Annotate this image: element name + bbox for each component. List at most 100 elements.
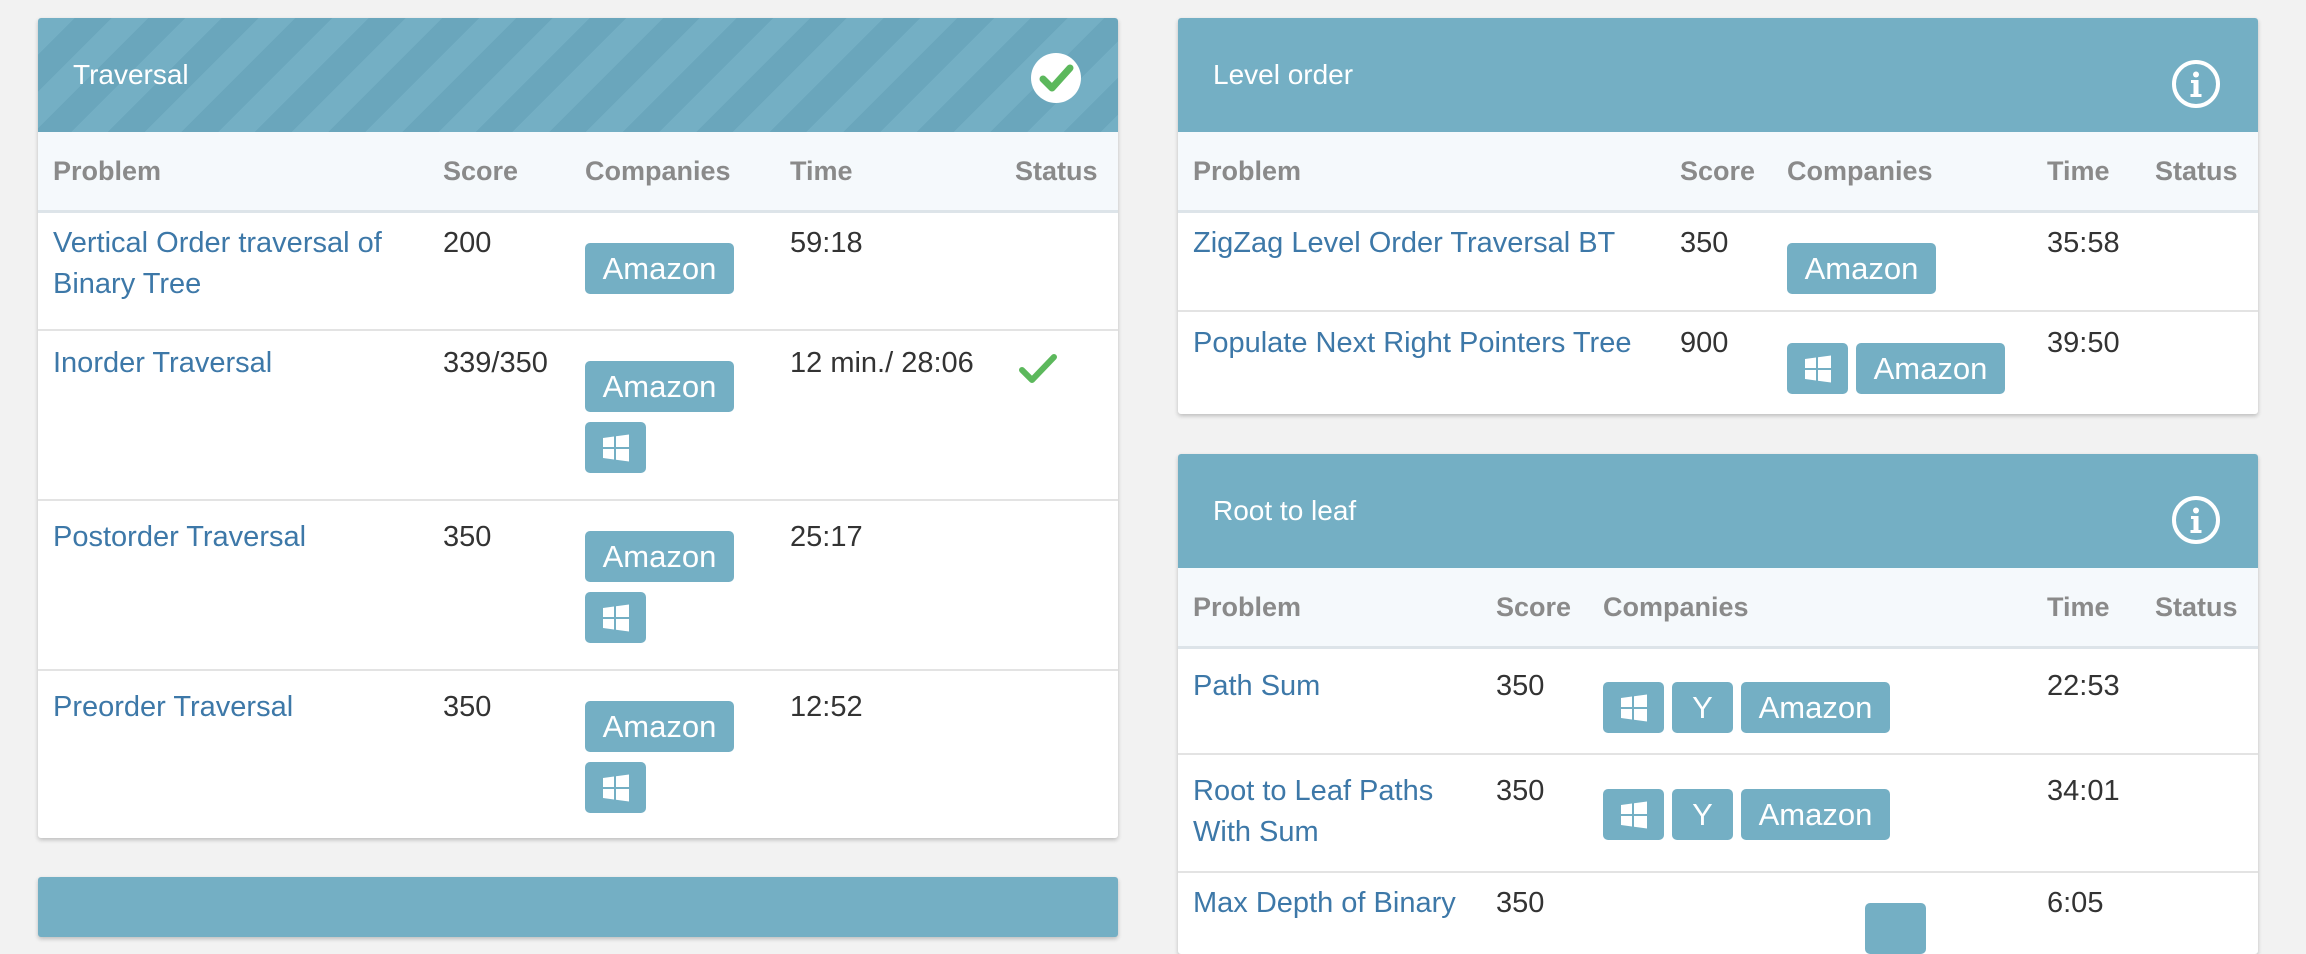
info-icon[interactable]	[2170, 58, 2222, 110]
col-companies[interactable]: Companies	[585, 156, 731, 187]
panel-title: Root to leaf	[1213, 495, 1357, 526]
col-score[interactable]: Score	[1496, 592, 1571, 623]
windows-icon	[1804, 355, 1831, 382]
windows-tag[interactable]	[585, 592, 646, 643]
root-to-leaf-header[interactable]: Root to leaf	[1178, 454, 2258, 568]
table-row: Inorder Traversal 339/350 Amazon 12 min.…	[38, 331, 1118, 501]
table-row: Preorder Traversal 350 Amazon 12:52	[38, 671, 1118, 838]
time-value: 12 min./ 28:06	[790, 347, 974, 379]
problem-link[interactable]: Path Sum	[1193, 666, 1483, 707]
amazon-tag[interactable]: Amazon	[1787, 243, 1936, 294]
time-value: 6:05	[2047, 887, 2104, 919]
amazon-tag[interactable]: Amazon	[1741, 789, 1890, 840]
yahoo-tag[interactable]: Y	[1672, 682, 1733, 733]
solved-check-icon	[1019, 354, 1057, 383]
time-value: 39:50	[2047, 327, 2120, 359]
score-value: 350	[1496, 887, 1545, 919]
windows-icon	[602, 434, 629, 461]
col-status[interactable]: Status	[2155, 592, 2238, 623]
time-value: 12:52	[790, 691, 863, 723]
windows-tag[interactable]	[585, 762, 646, 813]
col-problem[interactable]: Problem	[53, 156, 161, 187]
score-value: 350	[1680, 227, 1729, 259]
problem-link[interactable]: Root to Leaf Paths With Sum	[1193, 771, 1483, 853]
company-tags	[1865, 903, 1926, 954]
col-score[interactable]: Score	[443, 156, 518, 187]
score-value: 350	[443, 521, 492, 553]
col-time[interactable]: Time	[790, 156, 853, 187]
amazon-tag[interactable]: Amazon	[585, 531, 734, 582]
problem-link[interactable]: Inorder Traversal	[53, 343, 423, 384]
company-tags: Y Amazon	[1603, 789, 1890, 840]
windows-tag[interactable]	[1787, 343, 1848, 394]
problem-link[interactable]: Vertical Order traversal of Binary Tree	[53, 223, 423, 305]
problem-link[interactable]: Preorder Traversal	[53, 687, 423, 728]
company-tags: Amazon	[1787, 343, 2005, 394]
time-value: 35:58	[2047, 227, 2120, 259]
score-value: 339/350	[443, 347, 548, 379]
traversal-panel: Traversal Problem Score Companies Time S…	[38, 18, 1118, 838]
company-tags: Amazon	[585, 701, 785, 813]
col-time[interactable]: Time	[2047, 592, 2110, 623]
info-icon[interactable]	[2170, 494, 2222, 546]
company-tags: Y Amazon	[1603, 682, 1890, 733]
traversal-header[interactable]: Traversal	[38, 18, 1118, 132]
time-value: 22:53	[2047, 670, 2120, 702]
level-order-panel: Level order Problem Score Companies Time…	[1178, 18, 2258, 414]
col-status[interactable]: Status	[2155, 156, 2238, 187]
col-time[interactable]: Time	[2047, 156, 2110, 187]
col-companies[interactable]: Companies	[1603, 592, 1749, 623]
problem-link[interactable]: Max Depth of Binary	[1193, 883, 1456, 924]
score-value: 350	[1496, 670, 1545, 702]
amazon-tag[interactable]	[1865, 903, 1926, 954]
windows-icon	[602, 774, 629, 801]
table-row: ZigZag Level Order Traversal BT 350 Amaz…	[1178, 213, 2258, 312]
score-value: 350	[1496, 775, 1545, 807]
windows-tag[interactable]	[1603, 789, 1664, 840]
company-tags: Amazon	[585, 531, 785, 643]
col-problem[interactable]: Problem	[1193, 592, 1301, 623]
table-header: Problem Score Companies Time Status	[1178, 568, 2258, 649]
windows-icon	[602, 604, 629, 631]
amazon-tag[interactable]: Amazon	[1856, 343, 2005, 394]
table-header: Problem Score Companies Time Status	[1178, 132, 2258, 213]
root-to-leaf-panel: Root to leaf Problem Score Companies Tim…	[1178, 454, 2258, 954]
col-score[interactable]: Score	[1680, 156, 1755, 187]
table-row: Populate Next Right Pointers Tree 900 Am…	[1178, 312, 2258, 414]
problem-link[interactable]: Postorder Traversal	[53, 517, 423, 558]
table-row: Path Sum 350 Y Amazon 22:53	[1178, 649, 2258, 755]
col-companies[interactable]: Companies	[1787, 156, 1933, 187]
windows-icon	[1620, 694, 1647, 721]
table-row: Vertical Order traversal of Binary Tree …	[38, 213, 1118, 331]
time-value: 59:18	[790, 227, 863, 259]
company-tags: Amazon	[585, 361, 785, 473]
time-value: 34:01	[2047, 775, 2120, 807]
table-row: Max Depth of Binary 350 6:05	[1178, 873, 2258, 954]
amazon-tag[interactable]: Amazon	[585, 361, 734, 412]
windows-tag[interactable]	[585, 422, 646, 473]
windows-icon	[1620, 801, 1647, 828]
amazon-tag[interactable]: Amazon	[1741, 682, 1890, 733]
col-status[interactable]: Status	[1015, 156, 1098, 187]
next-panel	[38, 877, 1118, 937]
table-header: Problem Score Companies Time Status	[38, 132, 1118, 213]
company-tags: Amazon	[1787, 243, 1936, 294]
yahoo-tag[interactable]: Y	[1672, 789, 1733, 840]
panel-title: Traversal	[73, 59, 189, 90]
amazon-tag[interactable]: Amazon	[585, 243, 734, 294]
amazon-tag[interactable]: Amazon	[585, 701, 734, 752]
table-row: Postorder Traversal 350 Amazon 25:17	[38, 501, 1118, 671]
windows-tag[interactable]	[1603, 682, 1664, 733]
table-row: Root to Leaf Paths With Sum 350 Y Amazon…	[1178, 755, 2258, 873]
problem-link[interactable]: ZigZag Level Order Traversal BT	[1193, 223, 1673, 264]
score-value: 200	[443, 227, 492, 259]
level-order-header[interactable]: Level order	[1178, 18, 2258, 132]
time-value: 25:17	[790, 521, 863, 553]
problem-link[interactable]: Populate Next Right Pointers Tree	[1193, 323, 1673, 364]
col-problem[interactable]: Problem	[1193, 156, 1301, 187]
score-value: 350	[443, 691, 492, 723]
score-value: 900	[1680, 327, 1729, 359]
panel-title: Level order	[1213, 59, 1354, 90]
company-tags: Amazon	[585, 243, 734, 294]
completed-check-icon	[1031, 53, 1081, 103]
